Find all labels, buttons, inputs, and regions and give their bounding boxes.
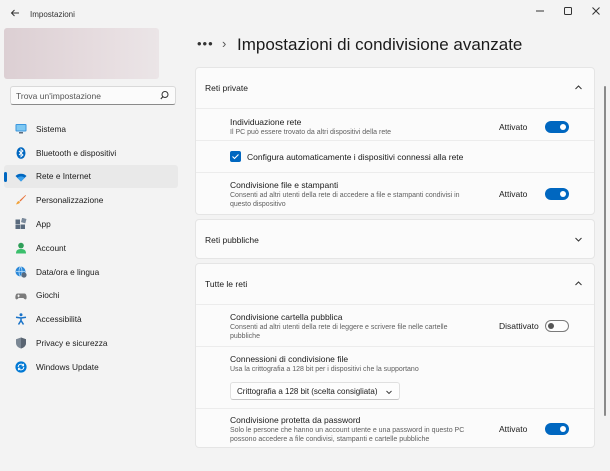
chevron-down-icon — [385, 388, 393, 396]
sidebar-item-bluetooth[interactable]: Bluetooth e dispositivi — [4, 141, 178, 165]
sidebar-item-accessibilita[interactable]: Accessibilità — [4, 307, 178, 331]
sidebar-item-label: Rete e Internet — [36, 171, 91, 182]
password-protected-sharing-toggle[interactable] — [545, 423, 569, 435]
scrollbar-thumb[interactable] — [604, 86, 606, 416]
sidebar-item-label: App — [36, 219, 51, 230]
sidebar-item-app[interactable]: App — [4, 212, 178, 236]
shield-icon — [15, 337, 27, 349]
apps-icon — [15, 217, 27, 230]
chevron-up-icon[interactable] — [574, 83, 583, 92]
toggle-state-label: Disattivato — [499, 321, 539, 331]
user-profile-block[interactable] — [4, 28, 159, 79]
row-title: Condivisione cartella pubblica — [230, 312, 343, 322]
wifi-icon — [15, 171, 27, 183]
app-title: Impostazioni — [30, 10, 75, 19]
private-networks-header[interactable]: Reti private — [196, 68, 594, 108]
sidebar-nav: Sistema Bluetooth e dispositivi Rete e I… — [4, 117, 178, 379]
sidebar-item-label: Windows Update — [36, 361, 99, 372]
section-title: Tutte le reti — [205, 279, 248, 289]
sidebar-item-label: Personalizzazione — [36, 195, 104, 206]
file-sharing-connections-row: Connessioni di condivisione file Usa la … — [196, 346, 594, 408]
bluetooth-icon — [15, 146, 27, 159]
sidebar-item-account[interactable]: Account — [4, 236, 178, 260]
file-printer-sharing-toggle[interactable] — [545, 188, 569, 200]
sidebar-item-label: Privacy e sicurezza — [36, 338, 108, 349]
dropdown-value: Crittografia a 128 bit (scelta consiglia… — [237, 387, 378, 396]
sidebar-item-label: Accessibilità — [36, 314, 82, 325]
all-networks-card: Tutte le reti Condivisione cartella pubb… — [195, 263, 595, 448]
person-icon — [15, 242, 27, 254]
row-description: Solo le persone che hanno un account ute… — [230, 427, 465, 443]
globe-clock-icon — [15, 266, 27, 278]
breadcrumb-chevron-icon: › — [222, 36, 227, 51]
row-description: Consenti ad altri utenti della rete di l… — [230, 324, 448, 340]
sidebar-item-label: Giochi — [36, 290, 60, 301]
search-input[interactable] — [16, 89, 156, 103]
maximize-button[interactable] — [560, 4, 576, 18]
sidebar-item-sistema[interactable]: Sistema — [4, 117, 178, 141]
public-folder-sharing-toggle[interactable] — [545, 320, 569, 332]
minimize-button[interactable] — [532, 4, 548, 18]
public-networks-card[interactable]: Reti pubbliche — [195, 219, 595, 259]
auto-config-label[interactable]: Configura automaticamente i dispositivi … — [247, 152, 463, 162]
network-discovery-row: Individuazione rete Il PC può essere tro… — [196, 108, 594, 140]
auto-config-checkbox[interactable] — [230, 151, 241, 162]
file-printer-sharing-row: Condivisione file e stampanti Consenti a… — [196, 172, 594, 216]
breadcrumb-overflow-button[interactable]: ••• — [197, 36, 214, 51]
all-networks-header[interactable]: Tutte le reti — [196, 264, 594, 304]
public-folder-sharing-row: Condivisione cartella pubblica Consenti … — [196, 304, 594, 346]
sidebar-item-rete-internet[interactable]: Rete e Internet — [4, 164, 178, 189]
sidebar-item-personalizzazione[interactable]: Personalizzazione — [4, 188, 178, 212]
sidebar-item-privacy[interactable]: Privacy e sicurezza — [4, 331, 178, 355]
update-icon — [15, 361, 27, 373]
chevron-up-icon[interactable] — [574, 279, 583, 288]
sidebar-item-label: Sistema — [36, 123, 66, 134]
monitor-icon — [15, 123, 27, 135]
password-protected-sharing-row: Condivisione protetta da password Solo l… — [196, 408, 594, 448]
search-box[interactable] — [10, 86, 176, 105]
row-title: Individuazione rete — [230, 117, 302, 127]
sidebar-item-data-ora[interactable]: Data/ora e lingua — [4, 260, 178, 284]
search-icon[interactable] — [160, 90, 169, 101]
brush-icon — [15, 194, 27, 206]
sidebar-item-giochi[interactable]: Giochi — [4, 284, 178, 308]
encryption-dropdown[interactable]: Crittografia a 128 bit (scelta consiglia… — [230, 382, 400, 400]
public-networks-header[interactable]: Reti pubbliche — [196, 220, 594, 260]
network-discovery-toggle[interactable] — [545, 121, 569, 133]
row-description: Il PC può essere trovato da altri dispos… — [230, 129, 392, 136]
row-title: Connessioni di condivisione file — [230, 354, 349, 364]
row-title: Condivisione protetta da password — [230, 415, 361, 425]
sidebar-item-windows-update[interactable]: Windows Update — [4, 355, 178, 379]
toggle-state-label: Attivato — [499, 189, 528, 199]
row-title: Condivisione file e stampanti — [230, 180, 339, 190]
sidebar-item-label: Account — [36, 242, 66, 253]
row-description: Usa la crittografia a 128 bit per i disp… — [230, 366, 419, 373]
back-arrow-icon[interactable] — [10, 8, 20, 18]
section-title: Reti pubbliche — [205, 235, 259, 245]
page-title: Impostazioni di condivisione avanzate — [237, 35, 523, 54]
close-button[interactable] — [588, 4, 604, 18]
private-networks-card: Reti private Individuazione rete Il PC p… — [195, 67, 595, 215]
toggle-state-label: Attivato — [499, 122, 528, 132]
toggle-state-label: Attivato — [499, 424, 528, 434]
accessibility-icon — [15, 313, 27, 326]
auto-config-row: Configura automaticamente i dispositivi … — [196, 140, 594, 172]
gamepad-icon — [15, 290, 27, 302]
sidebar-item-label: Bluetooth e dispositivi — [36, 147, 117, 158]
sidebar-item-label: Data/ora e lingua — [36, 266, 100, 277]
section-title: Reti private — [205, 83, 248, 93]
row-description: Consenti ad altri utenti della rete di a… — [230, 192, 460, 208]
title-bar: Impostazioni — [0, 0, 610, 28]
chevron-down-icon[interactable] — [574, 235, 583, 244]
